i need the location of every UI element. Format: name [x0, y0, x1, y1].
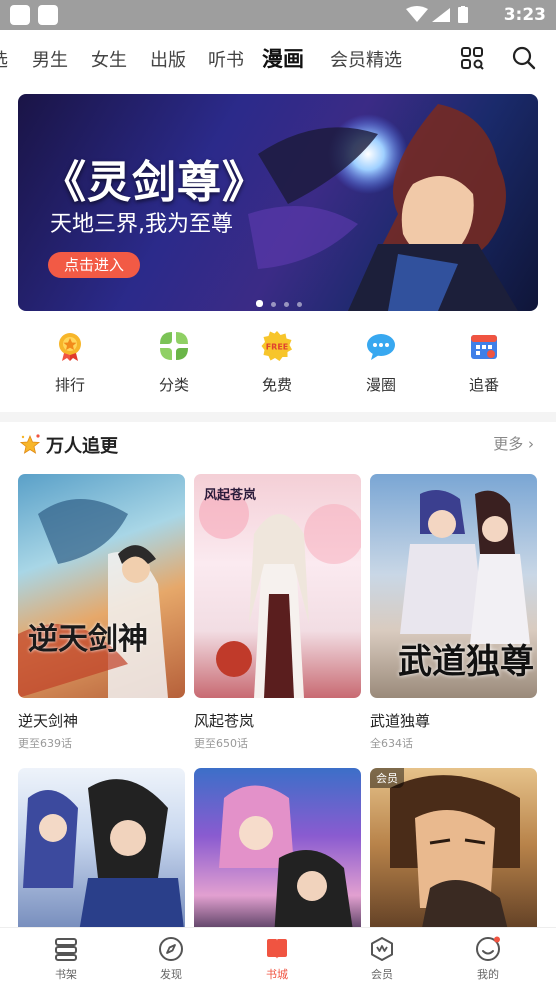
quick-link-category[interactable]: 分类: [139, 330, 209, 395]
cover-title-text: 逆天剑神: [28, 622, 148, 657]
bottom-tab-label: 会员: [371, 968, 393, 981]
calendar-icon: [471, 335, 497, 359]
section-more-link[interactable]: 更多 ›: [493, 433, 534, 454]
vip-icon: [371, 937, 393, 961]
svg-text:FREE: FREE: [266, 343, 289, 352]
comic-cover-art: [390, 775, 520, 938]
comic-title[interactable]: 武道独尊: [370, 710, 430, 731]
tab-audiobook[interactable]: 听书: [208, 46, 244, 72]
search-icon[interactable]: [511, 45, 537, 71]
promo-banner[interactable]: 《灵剑尊》 天地三界,我为至尊 点击进入: [18, 94, 538, 311]
comic-cover-art: [23, 779, 185, 938]
carousel-dots: [256, 292, 310, 311]
bottom-tab-label: 发现: [160, 968, 182, 981]
comic-title[interactable]: 逆天剑神: [18, 710, 78, 731]
chat-bubble-icon: [367, 334, 395, 360]
quick-link-label: 分类: [158, 376, 189, 394]
quick-link-label: 排行: [54, 376, 85, 394]
quick-link-free[interactable]: FREE 免费: [242, 330, 312, 395]
quick-link-label: 免费: [261, 376, 292, 394]
top-nav: 选 男生 女生 出版 听书 漫画 会员精选: [0, 30, 556, 86]
tab-comics[interactable]: 漫画: [262, 43, 304, 73]
banner-title: 《灵剑尊》: [42, 157, 267, 208]
comic-cover-art: [219, 785, 354, 938]
chevron-right-icon: ›: [528, 435, 534, 453]
tab-male[interactable]: 男生: [32, 46, 68, 72]
tab-publish[interactable]: 出版: [150, 46, 186, 72]
medal-icon: [59, 333, 81, 361]
comic-title[interactable]: 风起苍岚: [194, 710, 254, 731]
section-divider: [0, 412, 556, 422]
quick-link-label: 追番: [468, 376, 499, 394]
bookshelf-icon: [55, 938, 77, 961]
cover-title-text: 风起苍岚: [204, 488, 257, 503]
comic-status: 全634话: [370, 737, 413, 750]
cover-title-text: 武道独尊: [398, 642, 534, 682]
bottom-tab-bookshelf[interactable]: 书架: [36, 936, 96, 982]
comic-status: 更至650话: [194, 737, 248, 750]
bottom-tab-profile[interactable]: 我的: [458, 936, 518, 982]
vip-badge: 会员: [370, 768, 404, 788]
comic-cover-art: [199, 489, 361, 698]
banner-enter-button[interactable]: 点击进入: [48, 252, 141, 278]
more-label: 更多: [493, 435, 524, 453]
bottom-nav: 书架 发现 书城 会员 我的: [0, 927, 556, 990]
quick-link-schedule[interactable]: 追番: [449, 330, 519, 395]
tab-vip-picks[interactable]: 会员精选: [330, 46, 402, 72]
bookstore-icon: [267, 939, 287, 959]
bottom-tab-bookstore[interactable]: 书城: [247, 936, 307, 982]
banner-subtitle: 天地三界,我为至尊: [50, 212, 233, 237]
clock: 3:23: [503, 5, 546, 25]
comic-cover-art: [18, 499, 168, 698]
carousel-dot[interactable]: [297, 302, 302, 307]
tab-prev[interactable]: 选: [0, 46, 8, 72]
section-title: 万人追更: [46, 436, 118, 457]
carousel-dot[interactable]: [284, 302, 289, 307]
quick-link-label: 漫圈: [365, 376, 396, 394]
quick-link-rank[interactable]: 排行: [35, 330, 105, 395]
comic-card[interactable]: [18, 768, 185, 938]
bottom-tab-label: 书架: [55, 968, 77, 981]
carousel-dot[interactable]: [256, 300, 263, 307]
notification-icon: [10, 5, 30, 25]
tab-female[interactable]: 女生: [91, 46, 127, 72]
comic-card[interactable]: [194, 768, 361, 938]
profile-icon: [476, 936, 500, 961]
carousel-dot[interactable]: [271, 302, 276, 307]
bottom-tab-label: 我的: [477, 968, 499, 981]
free-badge-icon: FREE: [261, 331, 292, 361]
bottom-tab-discover[interactable]: 发现: [141, 936, 201, 982]
signal-battery-icons: [406, 6, 468, 23]
comic-card[interactable]: 会员: [370, 768, 537, 938]
comic-card[interactable]: 风起苍岚: [194, 474, 361, 698]
sparkle-star-icon: [20, 434, 41, 454]
category-grid-icon[interactable]: [459, 45, 485, 71]
comic-card[interactable]: 武道独尊: [370, 474, 537, 698]
bottom-tab-vip[interactable]: 会员: [352, 936, 412, 982]
comic-card[interactable]: 逆天剑神: [18, 474, 185, 698]
bottom-tab-label: 书城: [266, 968, 288, 981]
grid-leaf-icon: [160, 332, 188, 360]
compass-icon: [159, 937, 183, 961]
status-bar: 3:23: [0, 0, 556, 30]
notification-icon: [38, 5, 58, 25]
comic-status: 更至639话: [18, 737, 72, 750]
quick-link-circle[interactable]: 漫圈: [346, 330, 416, 395]
